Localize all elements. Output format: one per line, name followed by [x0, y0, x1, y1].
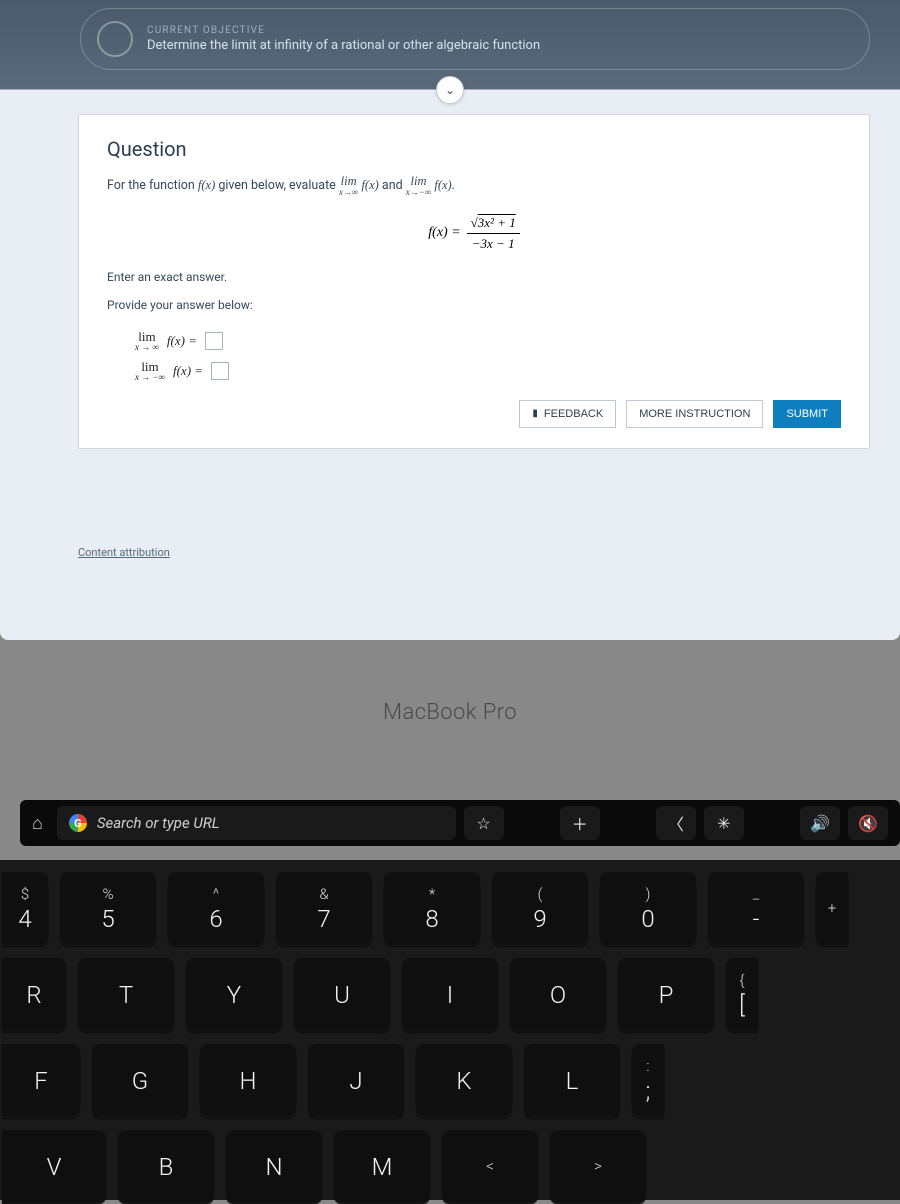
google-logo-icon	[69, 814, 87, 832]
prompt-prefix: For the function	[107, 178, 198, 193]
ans1-lim-top: lim	[138, 330, 155, 343]
url-search-field[interactable]: Search or type URL	[57, 806, 456, 840]
question-formula: f(x) = √3x² + 1 −3x − 1	[107, 215, 841, 252]
answer-row-2: lim x → −∞ f(x) =	[135, 360, 841, 382]
key-J[interactable]: J	[308, 1044, 404, 1118]
home-icon[interactable]: ⌂	[32, 813, 43, 834]
mute-button[interactable]: 🔇	[848, 806, 888, 840]
key-B[interactable]: B	[118, 1130, 214, 1204]
key-5[interactable]: %5	[60, 872, 156, 946]
key-Y[interactable]: Y	[186, 958, 282, 1032]
objective-progress-circle	[97, 21, 133, 57]
flag-icon: ▮	[532, 408, 538, 419]
prompt-fx: f(x)	[198, 178, 215, 192]
volume-button[interactable]: 🔊	[800, 806, 840, 840]
lim2-fx: f(x).	[434, 178, 454, 192]
key-8[interactable]: *8	[384, 872, 480, 946]
key-G[interactable]: G	[92, 1044, 188, 1118]
key-T[interactable]: T	[78, 958, 174, 1032]
brightness-button[interactable]: ✳	[704, 806, 744, 840]
back-button[interactable]: 〈	[656, 806, 696, 840]
formula-numerator: √3x² + 1	[467, 215, 520, 234]
key-I[interactable]: I	[402, 958, 498, 1032]
screen-area: CURRENT OBJECTIVE Determine the limit at…	[0, 0, 900, 640]
favorite-button[interactable]: ☆	[464, 806, 504, 840]
ans1-lim-bot: x → ∞	[135, 343, 159, 352]
keyboard: $4%5^6&7*8(9)0_-+ RTYUIOP{[ FGHJKL:; VBN…	[0, 860, 900, 1200]
key-K[interactable]: K	[416, 1044, 512, 1118]
key-6[interactable]: ^6	[168, 872, 264, 946]
key-N[interactable]: N	[226, 1130, 322, 1204]
key-+[interactable]: +	[816, 872, 848, 946]
content-attribution-link[interactable]: Content attribution	[78, 546, 170, 559]
key-7[interactable]: &7	[276, 872, 372, 946]
search-placeholder: Search or type URL	[97, 814, 220, 832]
more-instruction-button[interactable]: MORE INSTRUCTION	[626, 400, 763, 428]
prompt-mid: given below, evaluate	[215, 178, 339, 193]
provide-label: Provide your answer below:	[107, 298, 841, 312]
submit-button[interactable]: SUBMIT	[773, 400, 841, 428]
key-4[interactable]: $4	[2, 872, 48, 946]
ans1-fx: f(x) =	[167, 333, 197, 349]
key-P[interactable]: P	[618, 958, 714, 1032]
key-lt[interactable]: <	[442, 1130, 538, 1204]
ans2-lim-bot: x → −∞	[135, 373, 165, 382]
key--[interactable]: _-	[708, 872, 804, 946]
key-H[interactable]: H	[200, 1044, 296, 1118]
answer-row-1: lim x → ∞ f(x) =	[135, 330, 841, 352]
enter-exact-instruction: Enter an exact answer.	[107, 270, 841, 284]
ans2-lim-top: lim	[141, 360, 158, 373]
answer-input-1[interactable]	[205, 332, 223, 350]
new-tab-button[interactable]: ＋	[560, 806, 600, 840]
touch-bar: ⌂ Search or type URL ☆ ＋ 〈 ✳ 🔊 🔇	[20, 800, 900, 846]
lim1-fx: f(x)	[361, 178, 378, 192]
objective-text: Determine the limit at infinity of a rat…	[147, 38, 540, 53]
key-R[interactable]: R	[2, 958, 66, 1032]
key-0[interactable]: )0	[600, 872, 696, 946]
question-prompt: For the function f(x) given below, evalu…	[107, 175, 841, 197]
key-O[interactable]: O	[510, 958, 606, 1032]
key-gt[interactable]: >	[550, 1130, 646, 1204]
feedback-button[interactable]: ▮ FEEDBACK	[519, 400, 616, 428]
expand-toggle[interactable]: ⌄	[436, 76, 464, 104]
formula-lhs: f(x) =	[428, 225, 460, 241]
key-U[interactable]: U	[294, 958, 390, 1032]
objective-label: CURRENT OBJECTIVE	[147, 25, 540, 36]
key-semicolon[interactable]: :;	[632, 1044, 664, 1118]
lim2-bot: x→−∞	[406, 188, 431, 197]
formula-denominator: −3x − 1	[472, 234, 515, 252]
question-card: Question For the function f(x) given bel…	[78, 114, 870, 449]
lim1-bot: x→∞	[339, 188, 358, 197]
prompt-and: and	[382, 178, 406, 193]
ans2-fx: f(x) =	[173, 363, 203, 379]
key-F[interactable]: F	[2, 1044, 80, 1118]
chevron-down-icon: ⌄	[445, 83, 455, 97]
lim2-top: lim	[411, 175, 427, 188]
key-9[interactable]: (9	[492, 872, 588, 946]
feedback-label: FEEDBACK	[544, 408, 603, 420]
key-M[interactable]: M	[334, 1130, 430, 1204]
device-label: MacBook Pro	[0, 700, 900, 725]
action-button-row: ▮ FEEDBACK MORE INSTRUCTION SUBMIT	[107, 400, 841, 428]
key-V[interactable]: V	[2, 1130, 106, 1204]
key-bracket[interactable]: {[	[726, 958, 758, 1032]
key-L[interactable]: L	[524, 1044, 620, 1118]
lim1-top: lim	[341, 175, 357, 188]
question-title: Question	[107, 137, 841, 161]
objective-header: CURRENT OBJECTIVE Determine the limit at…	[80, 8, 870, 70]
answer-input-2[interactable]	[211, 362, 229, 380]
